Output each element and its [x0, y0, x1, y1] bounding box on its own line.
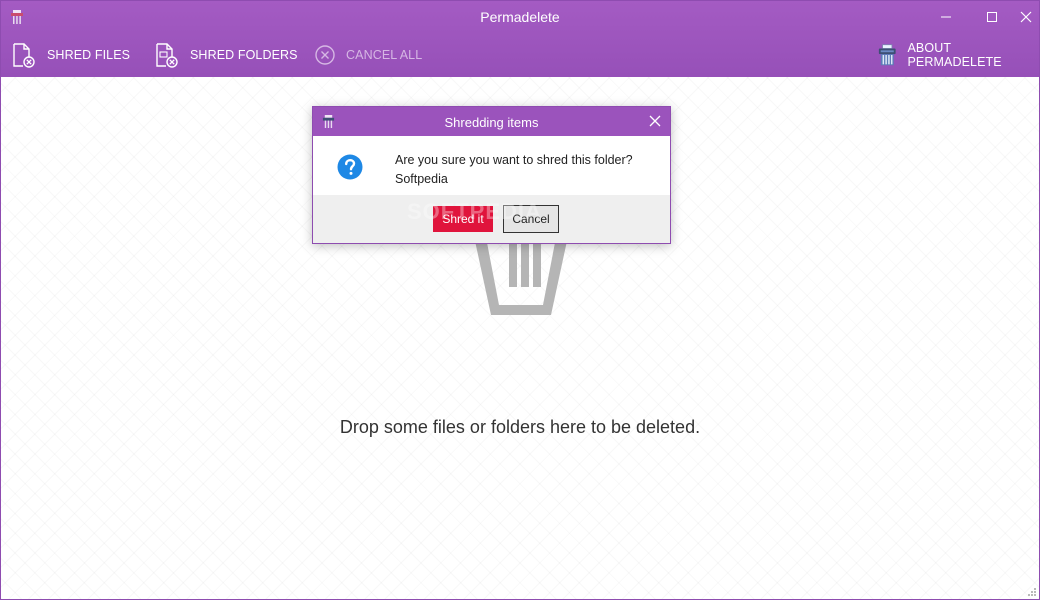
- header: Permadelete SHRED FILES SHRED FOLDERS CA…: [1, 1, 1039, 77]
- dialog-title: Shredding items: [444, 115, 539, 130]
- close-icon[interactable]: [648, 114, 662, 128]
- shred-it-button[interactable]: Shred it: [433, 206, 493, 232]
- dialog-title-bar[interactable]: Shredding items: [313, 107, 670, 136]
- title-bar[interactable]: Permadelete: [1, 1, 1039, 33]
- shred-folders-label: SHRED FOLDERS: [190, 48, 298, 62]
- question-icon: [337, 154, 363, 180]
- minimize-button[interactable]: [923, 1, 969, 33]
- shred-folders-button[interactable]: SHRED FOLDERS: [154, 41, 298, 69]
- resize-grip-icon[interactable]: [1027, 587, 1037, 597]
- cancel-button[interactable]: Cancel: [503, 205, 559, 233]
- cancel-all-label: CANCEL ALL: [346, 48, 423, 62]
- shred-files-button[interactable]: SHRED FILES: [11, 41, 130, 69]
- file-shred-icon: [13, 43, 35, 68]
- shred-files-label: SHRED FILES: [47, 48, 131, 62]
- about-label: ABOUT PERMADELETE: [907, 41, 1002, 69]
- confirm-dialog: Shredding items Are you sure you want to…: [312, 106, 671, 244]
- shredder-icon: [878, 44, 896, 66]
- toolbar: SHRED FILES SHRED FOLDERS CANCEL ALL ABO…: [1, 37, 1039, 73]
- cancel-circle-icon: [315, 45, 335, 65]
- close-button[interactable]: [1003, 1, 1039, 33]
- dialog-footer: Shred it Cancel SOFTPEDIA: [313, 195, 670, 243]
- app-window: Permadelete SHRED FILES SHRED FOLDERS CA…: [0, 0, 1040, 600]
- dialog-body: Are you sure you want to shred this fold…: [313, 136, 670, 195]
- dialog-message-line2: Softpedia: [395, 172, 448, 186]
- about-button[interactable]: ABOUT PERMADELETE: [877, 41, 1039, 69]
- maximize-icon: [987, 12, 997, 22]
- dialog-message: Are you sure you want to shred this fold…: [395, 151, 633, 189]
- dialog-message-line1: Are you sure you want to shred this fold…: [395, 153, 633, 167]
- window-title: Permadelete: [480, 9, 560, 25]
- close-icon: [1020, 11, 1032, 23]
- drop-message: Drop some files or folders here to be de…: [339, 417, 701, 437]
- minimize-icon: [941, 16, 951, 18]
- folder-shred-icon: [156, 43, 178, 68]
- cancel-all-button[interactable]: CANCEL ALL: [314, 41, 422, 69]
